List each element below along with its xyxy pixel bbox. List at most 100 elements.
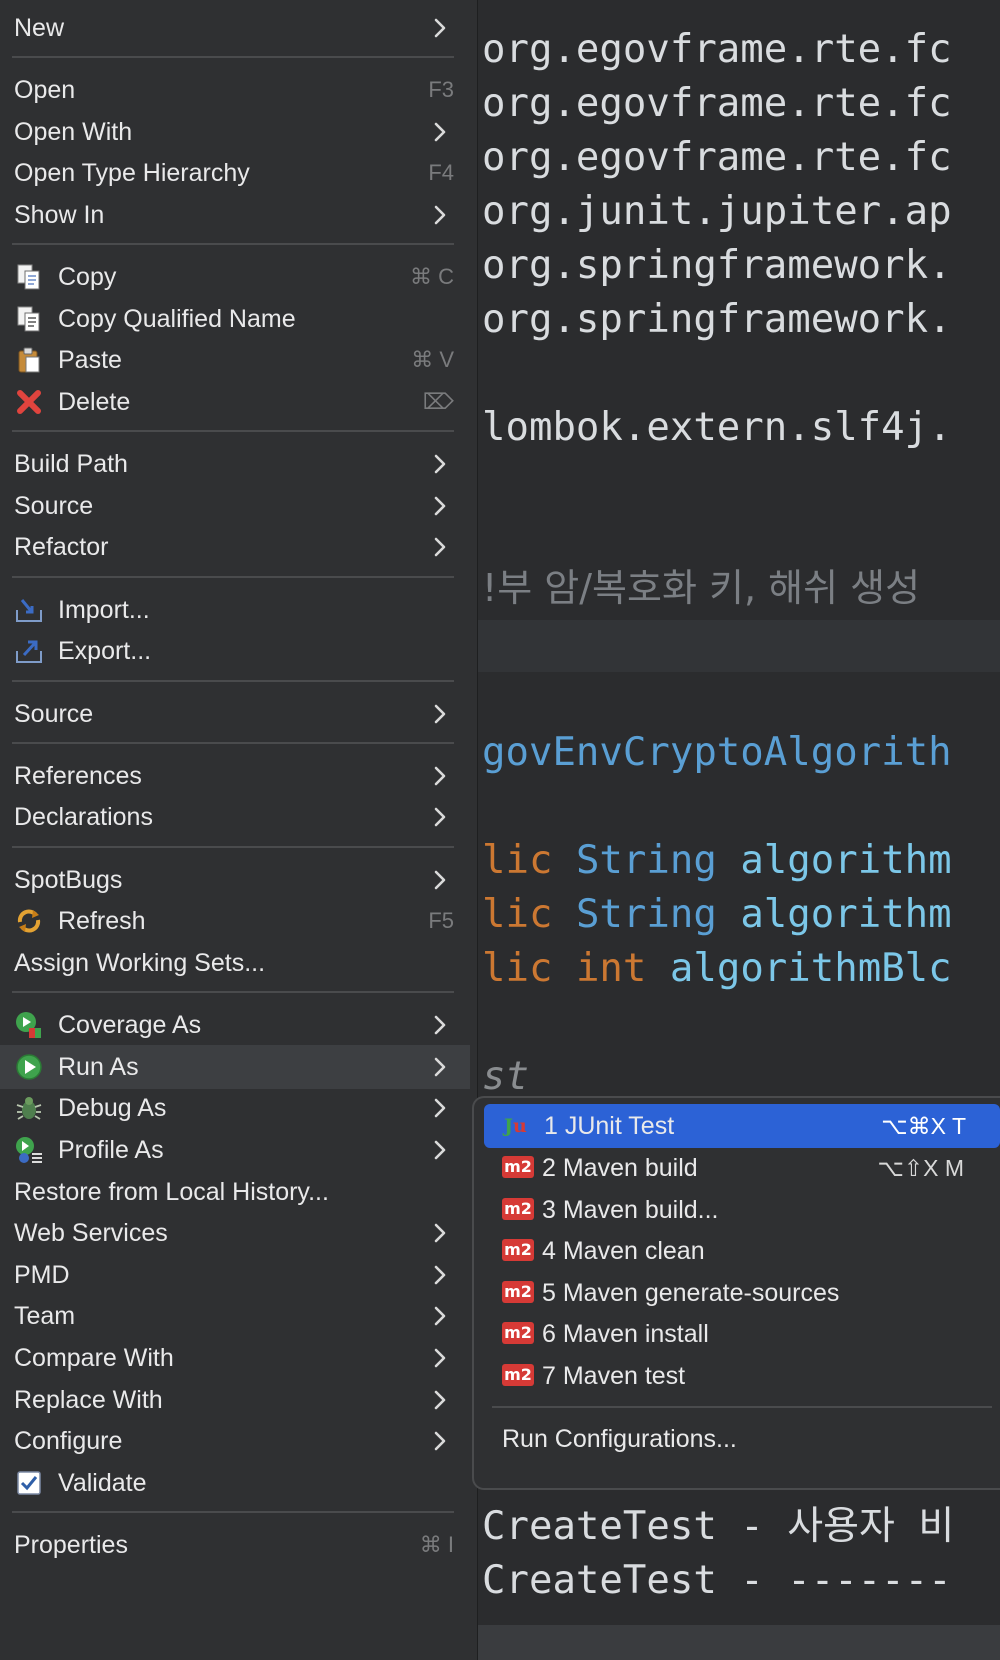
chevron-right-icon — [428, 1429, 452, 1453]
menu-item-label: New — [14, 13, 65, 42]
chevron-right-icon — [428, 535, 452, 559]
code-line: lombok.extern.slf4j. — [482, 405, 952, 450]
chevron-right-icon — [428, 120, 452, 144]
menu-separator — [492, 1406, 992, 1408]
menu-item-assign-working-sets[interactable]: Assign Working Sets... — [0, 941, 470, 985]
menu-item-label: Open — [14, 75, 76, 104]
shortcut-hint: ⌥⇧X M — [877, 1154, 964, 1181]
menu-item-new[interactable]: New — [0, 6, 470, 50]
chevron-right-icon — [428, 1055, 452, 1079]
code-comment: !부 암/복호화 키, 해쉬 생성 — [482, 566, 921, 610]
submenu-item-label: 7 Maven test — [542, 1361, 686, 1390]
menu-item-export[interactable]: Export... — [0, 629, 470, 673]
field-name: algorithmBlc — [669, 946, 952, 991]
chevron-right-icon — [428, 1096, 452, 1120]
code-line: govEnvCryptoAlgorith — [482, 730, 952, 775]
keyword: lic — [482, 892, 553, 937]
submenu-item-2-maven-build[interactable]: m2 2 Maven build ⌥⇧X M — [482, 1146, 998, 1190]
menu-item-delete[interactable]: Delete ⌦ — [0, 380, 470, 424]
copy-icon — [14, 262, 44, 292]
menu-item-references[interactable]: References — [0, 754, 470, 798]
submenu-item-label: 2 Maven build — [542, 1153, 698, 1182]
chevron-right-icon — [428, 702, 452, 726]
menu-item-properties[interactable]: Properties ⌘ I — [0, 1523, 470, 1567]
menu-item-source[interactable]: Source — [0, 484, 470, 528]
chevron-right-icon — [428, 203, 452, 227]
menu-item-label: Paste — [58, 345, 122, 374]
menu-item-restore-from-local-history[interactable]: Restore from Local History... — [0, 1170, 470, 1214]
menu-separator — [12, 846, 454, 848]
maven-icon: m2 — [502, 1364, 534, 1386]
menu-item-declarations[interactable]: Declarations — [0, 795, 470, 839]
submenu-item-label: 5 Maven generate-sources — [542, 1278, 840, 1307]
menu-item-pmd[interactable]: PMD — [0, 1253, 470, 1297]
export-icon — [14, 636, 44, 666]
menu-item-run-as[interactable]: Run As — [0, 1045, 470, 1089]
menu-item-compare-with[interactable]: Compare With — [0, 1336, 470, 1380]
menu-item-label: Copy Qualified Name — [58, 304, 296, 333]
menu-item-label: Configure — [14, 1426, 123, 1455]
code-line: org.springframework. — [482, 297, 952, 342]
menu-item-label: Delete — [58, 387, 131, 416]
menu-item-open-type-hierarchy[interactable]: Open Type Hierarchy F4 — [0, 151, 470, 195]
menu-item-open[interactable]: Open F3 — [0, 68, 470, 112]
menu-item-coverage-as[interactable]: Coverage As — [0, 1003, 470, 1047]
code-line: org.springframework. — [482, 243, 952, 288]
code-line: lic String algorithm — [482, 836, 952, 886]
menu-item-web-services[interactable]: Web Services — [0, 1211, 470, 1255]
menu-item-refactor[interactable]: Refactor — [0, 525, 470, 569]
submenu-item-1-junit-test[interactable]: Ju 1 JUnit Test ⌥⌘X T — [484, 1104, 1000, 1148]
menu-item-spotbugs[interactable]: SpotBugs — [0, 858, 470, 902]
menu-item-copy[interactable]: Copy ⌘ C — [0, 255, 470, 299]
menu-item-open-with[interactable]: Open With — [0, 110, 470, 154]
submenu-item-4-maven-clean[interactable]: m2 4 Maven clean — [482, 1229, 998, 1273]
menu-item-build-path[interactable]: Build Path — [0, 442, 470, 486]
menu-item-label: Coverage As — [58, 1010, 202, 1039]
junit-icon: Ju — [504, 1115, 527, 1137]
menu-item-import[interactable]: Import... — [0, 588, 470, 632]
submenu-item-label: 6 Maven install — [542, 1319, 709, 1348]
menu-item-validate[interactable]: Validate — [0, 1461, 470, 1505]
debug-bug-icon — [14, 1093, 44, 1123]
menu-separator — [12, 243, 454, 245]
field-name: algorithm — [740, 892, 952, 937]
menu-separator — [12, 430, 454, 432]
shortcut-hint: ⌦ — [422, 389, 454, 414]
code-line: org.egovframe.rte.fc — [482, 27, 952, 72]
menu-item-show-in[interactable]: Show In — [0, 193, 470, 237]
submenu-item-5-maven-generate-sources[interactable]: m2 5 Maven generate-sources — [482, 1271, 998, 1315]
menu-separator — [12, 742, 454, 744]
code-line: lic String algorithm — [482, 890, 952, 940]
menu-item-label: Source — [14, 491, 94, 520]
menu-item-label: Profile As — [58, 1135, 164, 1164]
menu-separator — [12, 576, 454, 578]
menu-item-profile-as[interactable]: Profile As — [0, 1128, 470, 1172]
menu-item-copy-qualified-name[interactable]: Copy Qualified Name — [0, 297, 470, 341]
menu-item-debug-as[interactable]: Debug As — [0, 1086, 470, 1130]
coverage-icon — [14, 1010, 44, 1040]
menu-item-configure[interactable]: Configure — [0, 1419, 470, 1463]
menu-item-label: Open Type Hierarchy — [14, 158, 250, 187]
chevron-right-icon — [428, 805, 452, 829]
keyword: lic — [482, 946, 553, 991]
menu-item-team[interactable]: Team — [0, 1294, 470, 1338]
menu-item-label: Show In — [14, 200, 105, 229]
menu-item-label: Declarations — [14, 802, 153, 831]
menu-item-replace-with[interactable]: Replace With — [0, 1378, 470, 1422]
menu-item-source[interactable]: Source — [0, 692, 470, 736]
line-highlight — [478, 620, 1000, 672]
menu-item-paste[interactable]: Paste ⌘ V — [0, 338, 470, 382]
submenu-item-6-maven-install[interactable]: m2 6 Maven install — [482, 1312, 998, 1356]
chevron-right-icon — [428, 1221, 452, 1245]
shortcut-hint: ⌘ I — [419, 1532, 454, 1557]
chevron-right-icon — [428, 764, 452, 788]
submenu-item-run-configurations[interactable]: Run Configurations... — [482, 1417, 998, 1461]
copy-qualified-icon — [14, 304, 44, 334]
code-line: org.junit.jupiter.ap — [482, 189, 952, 234]
menu-item-refresh[interactable]: Refresh F5 — [0, 899, 470, 943]
menu-item-label: Copy — [58, 262, 117, 291]
chevron-right-icon — [428, 494, 452, 518]
run-as-submenu: Ju 1 JUnit Test ⌥⌘X T m2 2 Maven build ⌥⇧X M m… — [472, 1096, 1000, 1490]
submenu-item-7-maven-test[interactable]: m2 7 Maven test — [482, 1354, 998, 1398]
submenu-item-3-maven-build[interactable]: m2 3 Maven build... — [482, 1188, 998, 1232]
